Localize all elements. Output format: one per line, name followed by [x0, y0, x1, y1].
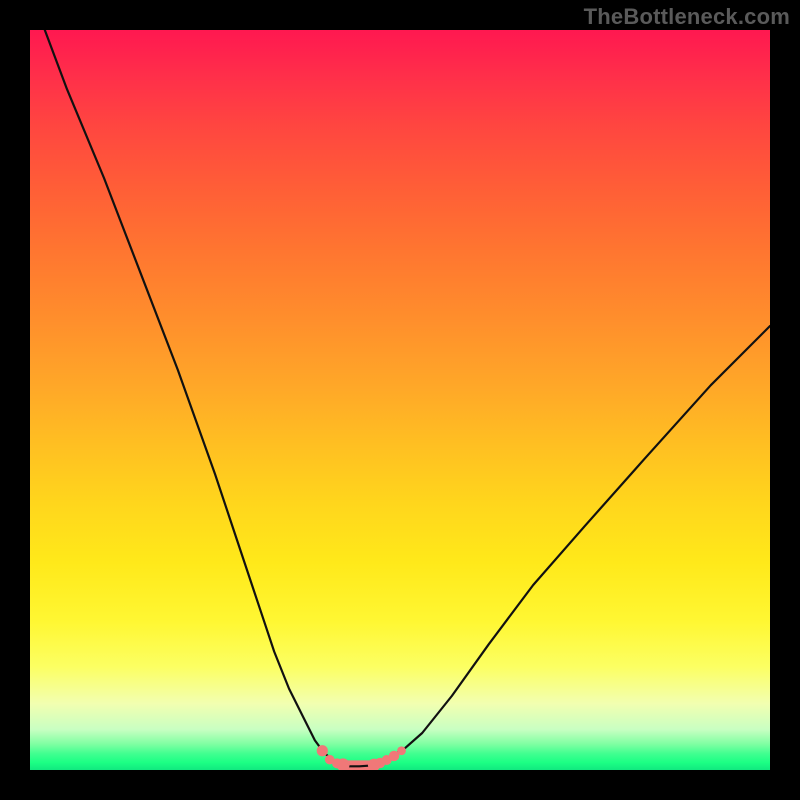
- valley-markers-left: [317, 745, 350, 770]
- chart-frame: TheBottleneck.com: [0, 0, 800, 800]
- plot-area: [30, 30, 770, 770]
- curve-svg: [30, 30, 770, 770]
- bottleneck-curve: [45, 30, 770, 766]
- attribution-watermark: TheBottleneck.com: [584, 4, 790, 30]
- valley-markers-right: [368, 746, 406, 770]
